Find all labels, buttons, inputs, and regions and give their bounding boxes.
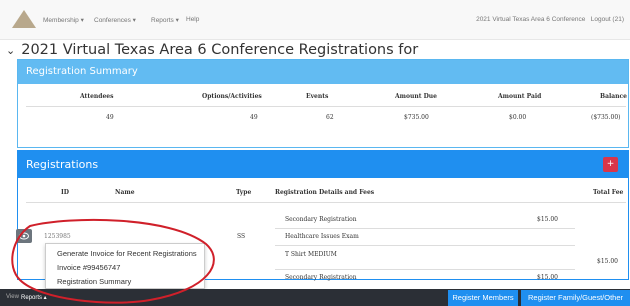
reg-header-total-fee: Total Fee bbox=[593, 189, 624, 196]
reg-header-type: Type bbox=[236, 189, 252, 196]
logo-icon[interactable] bbox=[12, 10, 36, 28]
summary-amount-paid-value: $0.00 bbox=[509, 114, 527, 121]
conference-name[interactable]: 2021 Virtual Texas Area 6 Conference bbox=[476, 16, 585, 23]
reg-detail-4: Secondary Registration bbox=[285, 274, 357, 281]
reg-total-fee: $15.00 bbox=[597, 258, 618, 265]
top-navbar: Membership ▾ Conferences ▾ Reports ▾ Hel… bbox=[0, 0, 630, 40]
reg-detail-3: T Shirt MEDIUM bbox=[285, 251, 337, 258]
registration-summary-panel: Registration Summary Attendees Options/A… bbox=[17, 59, 629, 148]
summary-panel-header: Registration Summary bbox=[18, 60, 628, 84]
summary-divider bbox=[26, 106, 626, 107]
summary-attendees-value: 49 bbox=[106, 114, 114, 121]
register-family-guest-button[interactable]: Register Family/Guest/Other bbox=[521, 290, 630, 306]
reg-header-name: Name bbox=[115, 189, 135, 196]
summary-header-balance: Balance bbox=[600, 93, 627, 100]
reg-detail-2: Healthcare Issues Exam bbox=[285, 233, 359, 240]
reg-header-details: Registration Details and Fees bbox=[275, 189, 375, 196]
register-members-button[interactable]: Register Members bbox=[448, 290, 518, 306]
menu-item-generate-invoice[interactable]: Generate Invoice for Recent Registration… bbox=[57, 249, 197, 258]
summary-balance-value: ($735.00) bbox=[591, 114, 621, 121]
reg-detail-divider bbox=[275, 269, 575, 270]
reg-detail-divider bbox=[275, 228, 575, 229]
summary-header-amount-paid: Amount Paid bbox=[498, 93, 542, 100]
summary-table: Attendees Options/Activities Events Amou… bbox=[18, 84, 628, 148]
nav-reports[interactable]: Reports ▾ bbox=[151, 16, 179, 24]
reg-id: 1253985 bbox=[44, 233, 71, 240]
view-menu[interactable]: View bbox=[6, 294, 19, 300]
reg-header-id: ID bbox=[61, 189, 70, 196]
summary-header-options: Options/Activities bbox=[202, 93, 262, 100]
menu-item-registration-summary[interactable]: Registration Summary bbox=[57, 277, 131, 286]
reports-menu-toggle[interactable]: Reports ▴ bbox=[21, 294, 47, 301]
chevron-down-icon[interactable]: ⌄ bbox=[6, 44, 15, 57]
registrations-panel-header: Registrations bbox=[18, 151, 628, 178]
page-title: ⌄ 2021 Virtual Texas Area 6 Conference Re… bbox=[6, 42, 418, 58]
summary-header-amount-due: Amount Due bbox=[395, 93, 437, 100]
menu-item-invoice[interactable]: Invoice #99456747 bbox=[57, 263, 120, 272]
nav-help[interactable]: Help bbox=[186, 16, 199, 23]
summary-events-value: 62 bbox=[326, 114, 334, 121]
add-registration-button[interactable]: + bbox=[603, 157, 618, 172]
summary-options-value: 49 bbox=[250, 114, 258, 121]
nav-conferences[interactable]: Conferences ▾ bbox=[94, 16, 136, 24]
summary-amount-due-value: $735.00 bbox=[404, 114, 429, 121]
reg-header-divider bbox=[26, 202, 626, 203]
summary-header-attendees: Attendees bbox=[80, 93, 114, 100]
nav-right: 2021 Virtual Texas Area 6 Conference Log… bbox=[476, 16, 624, 23]
view-registration-button[interactable] bbox=[16, 229, 32, 243]
reg-detail-divider bbox=[275, 245, 575, 246]
eye-icon bbox=[19, 232, 29, 240]
summary-header-events: Events bbox=[306, 93, 329, 100]
nav-membership[interactable]: Membership ▾ bbox=[43, 16, 84, 24]
reg-fee-2: $15.00 bbox=[537, 274, 558, 281]
reg-fee-1: $15.00 bbox=[537, 216, 558, 223]
logout-link[interactable]: Logout (21) bbox=[591, 16, 624, 23]
page-title-text: 2021 Virtual Texas Area 6 Conference Reg… bbox=[21, 42, 419, 58]
reports-dropdown-menu: Generate Invoice for Recent Registration… bbox=[45, 243, 205, 289]
reg-type: SS bbox=[237, 233, 246, 240]
reg-detail-1: Secondary Registration bbox=[285, 216, 357, 223]
